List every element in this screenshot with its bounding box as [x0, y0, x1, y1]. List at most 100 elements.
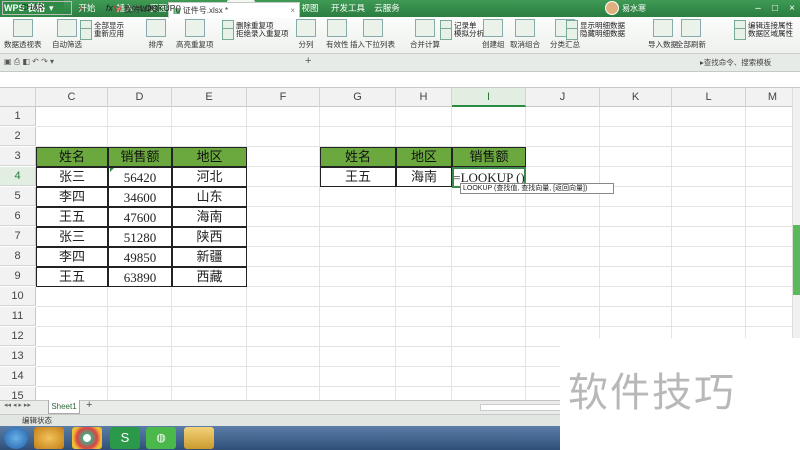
- column-header[interactable]: E: [172, 88, 247, 107]
- table-cell[interactable]: 王五: [320, 167, 396, 187]
- function-icon[interactable]: fx: [106, 3, 113, 13]
- minimize-icon[interactable]: –: [750, 0, 766, 17]
- enter-icon[interactable]: ✓: [91, 3, 99, 13]
- column-header[interactable]: J: [526, 88, 600, 107]
- menu-tab[interactable]: 视图: [298, 0, 322, 17]
- watermark-text: 软件技巧: [568, 370, 736, 416]
- row-header[interactable]: 14: [0, 367, 36, 386]
- ribbon-button[interactable]: 合并计算: [410, 17, 440, 50]
- ribbon-button[interactable]: 取消组合: [510, 17, 540, 50]
- table-cell[interactable]: 47600: [108, 207, 172, 227]
- ribbon-label: 插入下拉列表: [350, 40, 395, 49]
- row-header[interactable]: 5: [0, 187, 36, 206]
- media-icon[interactable]: [34, 427, 64, 449]
- menu-tab[interactable]: 开发工具: [330, 0, 366, 17]
- column-header[interactable]: H: [396, 88, 452, 107]
- table-header-cell[interactable]: 姓名: [320, 147, 396, 167]
- ribbon-button[interactable]: 插入下拉列表: [350, 17, 395, 50]
- row-header[interactable]: 12: [0, 327, 36, 346]
- ribbon-button[interactable]: 数据区域属性: [734, 28, 793, 41]
- table-cell[interactable]: 河北: [172, 167, 247, 187]
- row-header[interactable]: 3: [0, 147, 36, 166]
- table-cell[interactable]: 李四: [36, 187, 108, 207]
- table-header-cell[interactable]: 地区: [172, 147, 247, 167]
- column-header[interactable]: I: [452, 88, 526, 107]
- ribbon-button[interactable]: 创建组: [482, 17, 505, 50]
- start-button[interactable]: [4, 427, 28, 449]
- table-cell[interactable]: 李四: [36, 247, 108, 267]
- ribbon-button[interactable]: 高亮重复项: [176, 17, 214, 50]
- ribbon-button[interactable]: 重新应用: [80, 28, 124, 41]
- comment-indicator: [110, 168, 114, 172]
- ribbon-button[interactable]: 分列: [296, 17, 316, 50]
- table-cell[interactable]: 王五: [36, 267, 108, 287]
- table-header-cell[interactable]: 销售额: [108, 147, 172, 167]
- add-tab-icon[interactable]: +: [305, 55, 311, 67]
- select-all-corner[interactable]: [0, 88, 36, 107]
- table-cell[interactable]: 张三: [36, 227, 108, 247]
- sheet-nav-icons[interactable]: ◂◂ ◂ ▸ ▸▸: [4, 401, 31, 409]
- ribbon-button[interactable]: 数据透视表: [4, 17, 42, 50]
- scroll-thumb[interactable]: [793, 225, 800, 295]
- maximize-icon[interactable]: □: [767, 0, 783, 17]
- row-header[interactable]: 1: [0, 107, 36, 126]
- table-cell[interactable]: 49850: [108, 247, 172, 267]
- table-cell[interactable]: 王五: [36, 207, 108, 227]
- table-cell[interactable]: 陕西: [172, 227, 247, 247]
- quick-access-icons[interactable]: ▣ ⎙ ◧ ↶ ↷ ▾: [4, 57, 54, 67]
- row-header[interactable]: 6: [0, 207, 36, 226]
- search-commands[interactable]: ▸查找命令、搜索模板: [700, 57, 771, 68]
- avatar[interactable]: [605, 1, 619, 15]
- table-header-cell[interactable]: 姓名: [36, 147, 108, 167]
- sheet-tab[interactable]: Sheet1: [48, 400, 80, 414]
- ribbon-button[interactable]: 拒绝录入重复项: [222, 28, 289, 41]
- table-cell[interactable]: 34600: [108, 187, 172, 207]
- name-box[interactable]: CHAR: [2, 1, 72, 15]
- cancel-icon[interactable]: ×: [78, 3, 83, 13]
- column-header[interactable]: K: [600, 88, 672, 107]
- ribbon-button[interactable]: 排序: [146, 17, 166, 50]
- ribbon-button[interactable]: 模拟分析: [440, 28, 484, 41]
- folder-icon[interactable]: [184, 427, 214, 449]
- row-header[interactable]: 9: [0, 267, 36, 286]
- row-header[interactable]: 4: [0, 167, 36, 186]
- row-header[interactable]: 2: [0, 127, 36, 146]
- table-cell[interactable]: 新疆: [172, 247, 247, 267]
- table-cell[interactable]: 山东: [172, 187, 247, 207]
- table-cell[interactable]: 张三: [36, 167, 108, 187]
- column-header[interactable]: D: [108, 88, 172, 107]
- table-cell[interactable]: 海南: [396, 167, 452, 187]
- column-header[interactable]: L: [672, 88, 746, 107]
- table-header-cell[interactable]: 销售额: [452, 147, 526, 167]
- row-header[interactable]: 8: [0, 247, 36, 266]
- table-cell[interactable]: 56420: [108, 167, 172, 187]
- wechat-icon[interactable]: ◍: [146, 427, 176, 449]
- row-header[interactable]: 13: [0, 347, 36, 366]
- formula-input[interactable]: =LOOKUP(): [135, 0, 181, 16]
- row-header[interactable]: 11: [0, 307, 36, 326]
- ribbon-button[interactable]: 全部刷新: [676, 17, 706, 50]
- ribbon-button[interactable]: 导入数据: [648, 17, 678, 50]
- column-header[interactable]: G: [320, 88, 396, 107]
- user-name[interactable]: 易水寒: [622, 0, 646, 17]
- add-sheet-icon[interactable]: +: [86, 399, 92, 411]
- menu-tab[interactable]: 云服务: [373, 0, 401, 17]
- close-icon[interactable]: ×: [784, 0, 800, 17]
- table-cell[interactable]: 63890: [108, 267, 172, 287]
- chrome-icon[interactable]: [72, 427, 102, 449]
- row-header[interactable]: 10: [0, 287, 36, 306]
- ribbon-button[interactable]: 隐藏明细数据: [566, 28, 625, 41]
- table-cell[interactable]: 海南: [172, 207, 247, 227]
- table-cell[interactable]: 51280: [108, 227, 172, 247]
- row-header[interactable]: 15: [0, 387, 36, 400]
- table-cell[interactable]: 西藏: [172, 267, 247, 287]
- column-header[interactable]: C: [36, 88, 108, 107]
- close-tab-icon[interactable]: ×: [290, 3, 295, 18]
- ribbon-button[interactable]: 有效性: [326, 17, 349, 50]
- ribbon-button[interactable]: 自动筛选: [52, 17, 82, 50]
- row-header[interactable]: 7: [0, 227, 36, 246]
- table-header-cell[interactable]: 地区: [396, 147, 452, 167]
- wps-sheet-icon[interactable]: S: [110, 427, 140, 449]
- column-header[interactable]: F: [247, 88, 320, 107]
- tab-workbook[interactable]: ▦ 证件号.xlsx * ×: [168, 2, 300, 18]
